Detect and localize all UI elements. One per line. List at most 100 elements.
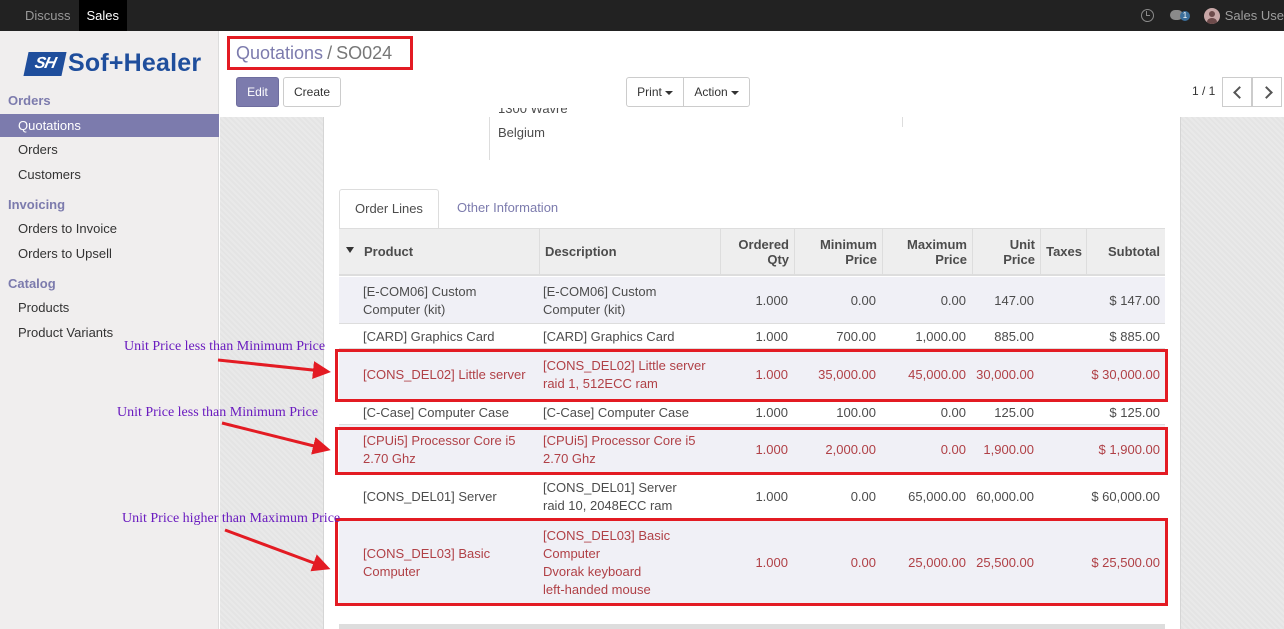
cell-description: [C-Case] Computer Case: [543, 400, 713, 425]
cell-qty: 1.000: [755, 489, 788, 504]
col-maximum-price[interactable]: Maximum Price: [882, 229, 972, 274]
cell-qty: 1.000: [755, 404, 788, 420]
col-subtotal[interactable]: Subtotal: [1086, 229, 1165, 274]
cell-qty: 1.000: [755, 328, 788, 344]
breadcrumb-highlight-box: [227, 36, 413, 70]
user-name[interactable]: Sales Use: [1225, 8, 1284, 23]
cell-max: 65,000.00: [908, 489, 966, 504]
cell-taxes: [1040, 277, 1080, 324]
cell-line: [C-Case] Computer Case: [543, 404, 689, 420]
logo-mark: SH: [23, 51, 67, 76]
sidebar-item-orders-to-upsell[interactable]: Orders to Upsell: [0, 242, 219, 265]
cell-min: 100.00: [836, 404, 876, 420]
cell-description: [E-COM06] Custom Computer (kit): [543, 277, 713, 324]
sidebar-item-orders[interactable]: Orders: [0, 138, 219, 161]
pager-value: 1 / 1: [1192, 84, 1216, 98]
table-row[interactable]: [C-Case] Computer Case [C-Case] Computer …: [339, 400, 1165, 425]
cell-line: Computer (kit): [363, 301, 446, 317]
table-row[interactable]: [CARD] Graphics Card [CARD] Graphics Card…: [339, 324, 1165, 349]
cell-min: 0.00: [850, 489, 876, 504]
annotation-2: Unit Price less than Minimum Price: [117, 405, 319, 420]
create-button[interactable]: Create: [283, 77, 341, 107]
cell-taxes: [1040, 324, 1080, 349]
cell-qty: 1.000: [755, 292, 788, 308]
cell-line: raid 10, 2048ECC ram: [543, 498, 673, 513]
sidebar-section-invoicing: Invoicing: [8, 197, 66, 212]
print-button[interactable]: Print: [626, 77, 684, 107]
sort-caret-icon[interactable]: [346, 247, 354, 253]
menu-discuss[interactable]: Discuss: [17, 0, 79, 31]
annotation-3: Unit Price higher than Maximum Price: [122, 511, 341, 526]
cell-line: [E-COM06] Custom: [543, 283, 657, 299]
message-count-badge: 1: [1179, 10, 1191, 21]
cell-line: [CARD] Graphics Card: [543, 328, 675, 344]
cell-line: Computer (kit): [543, 301, 626, 317]
col-ordered-qty[interactable]: Ordered Qty: [720, 229, 794, 274]
address-line-2: Belgium: [498, 125, 545, 140]
col-product[interactable]: Product: [359, 229, 539, 274]
cell-max: 1,000.00: [915, 328, 966, 344]
pager-previous-button[interactable]: [1222, 77, 1252, 107]
sidebar-section-catalog: Catalog: [8, 276, 56, 291]
user-avatar[interactable]: [1203, 7, 1220, 24]
sidebar: SH Sof+Healer Orders Quotations Orders C…: [0, 31, 219, 629]
tab-other-information[interactable]: Other Information: [442, 189, 573, 229]
sidebar-item-customers[interactable]: Customers: [0, 163, 219, 186]
cell-min: 0.00: [850, 292, 876, 308]
horizontal-scrollbar[interactable]: [339, 624, 1165, 629]
col-unit-price[interactable]: Unit Price: [972, 229, 1040, 274]
sidebar-section-orders: Orders: [8, 93, 51, 108]
annotation-1: Unit Price less than Minimum Price: [124, 339, 326, 354]
cell-unit: 147.00: [994, 292, 1034, 308]
logo-text: Sof+Healer: [68, 49, 202, 77]
cell-unit: 125.00: [994, 404, 1034, 420]
cell-max: 0.00: [940, 292, 966, 308]
caret-down-icon: [730, 90, 739, 95]
tab-order-lines[interactable]: Order Lines: [339, 189, 439, 229]
sidebar-item-orders-to-invoice[interactable]: Orders to Invoice: [0, 217, 219, 240]
highlight-row-cpui5: [335, 427, 1168, 475]
address-line-1: 1300 Wavre: [498, 108, 568, 116]
cell-subtotal: $ 125.00: [1109, 404, 1160, 420]
cell-max: 0.00: [940, 404, 966, 420]
activity-clock-icon[interactable]: [1140, 9, 1154, 22]
caret-down-icon: [664, 90, 673, 95]
edit-button[interactable]: Edit: [236, 77, 279, 107]
action-button[interactable]: Action: [683, 77, 750, 107]
col-taxes[interactable]: Taxes: [1040, 229, 1086, 274]
cell-line: [E-COM06] Custom: [363, 283, 477, 299]
app-menu: Discuss Sales: [17, 0, 128, 31]
print-label: Print: [637, 85, 662, 99]
highlight-row-cons-del03: [335, 518, 1168, 606]
cell-taxes: [1040, 475, 1080, 519]
systray: 1 Sales Use: [1140, 0, 1284, 31]
cell-unit: 60,000.00: [976, 489, 1034, 504]
cell-line: [CARD] Graphics Card: [363, 328, 495, 344]
top-navbar: Discuss Sales 1 Sales Use: [0, 0, 1284, 31]
col-description[interactable]: Description: [539, 229, 720, 274]
cell-subtotal: $ 60,000.00: [1091, 489, 1160, 504]
cell-subtotal: $ 147.00: [1109, 292, 1160, 308]
sidebar-item-products[interactable]: Products: [0, 296, 219, 319]
messaging-icon[interactable]: 1: [1169, 9, 1191, 22]
cell-product: [CARD] Graphics Card: [363, 324, 533, 349]
cell-description: [CARD] Graphics Card: [543, 324, 713, 349]
cell-product: [C-Case] Computer Case: [363, 400, 533, 425]
cell-min: 700.00: [836, 328, 876, 344]
cell-line: [C-Case] Computer Case: [363, 404, 509, 420]
sidebar-item-quotations[interactable]: Quotations: [0, 114, 219, 137]
menu-sales[interactable]: Sales: [78, 0, 128, 31]
highlight-row-cons-del02: [335, 349, 1168, 402]
cell-unit: 885.00: [994, 328, 1034, 344]
cell-subtotal: $ 885.00: [1109, 328, 1160, 344]
cell-description: [CONS_DEL01] Server raid 10, 2048ECC ram: [543, 475, 713, 519]
pager-next-button[interactable]: [1252, 77, 1282, 107]
cell-taxes: [1040, 400, 1080, 425]
cell-line: [CONS_DEL01] Server: [363, 489, 497, 504]
cell-line: [CONS_DEL01] Server: [543, 480, 677, 495]
table-row[interactable]: [CONS_DEL01] Server [CONS_DEL01] Server ra…: [339, 475, 1165, 519]
col-minimum-price[interactable]: Minimum Price: [794, 229, 882, 274]
action-label: Action: [694, 85, 728, 99]
cell-product: [CONS_DEL01] Server: [363, 475, 533, 519]
table-row[interactable]: [E-COM06] Custom Computer (kit) [E-COM06] …: [339, 277, 1165, 324]
